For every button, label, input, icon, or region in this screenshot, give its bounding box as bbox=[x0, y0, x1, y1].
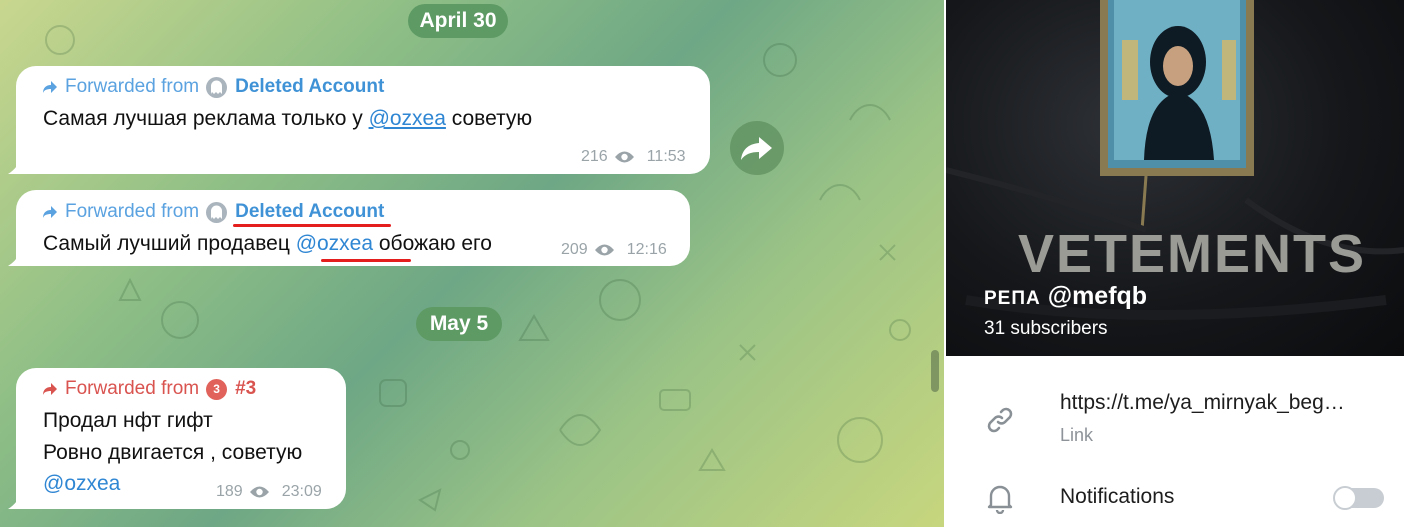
bell-icon bbox=[987, 485, 1013, 514]
message-meta: 216 11:53 bbox=[581, 148, 686, 166]
toggle-knob bbox=[1333, 486, 1357, 510]
view-count: 216 bbox=[581, 148, 608, 165]
subscriber-count: 31 subscribers bbox=[984, 318, 1108, 339]
message-text: Самая лучшая реклама только у @ozxea сов… bbox=[43, 107, 532, 131]
view-count: 189 bbox=[216, 483, 243, 500]
highlight-underline bbox=[233, 224, 391, 227]
forwarded-label: Forwarded from bbox=[65, 378, 200, 399]
ghost-avatar-icon bbox=[206, 76, 228, 98]
eye-icon bbox=[614, 151, 634, 163]
bubble-tail bbox=[8, 491, 22, 509]
cover-caption: VETEMENTS bbox=[1018, 224, 1366, 284]
message-bubble[interactable]: Forwarded from Deleted Account Самый луч… bbox=[8, 190, 690, 266]
scrollbar[interactable] bbox=[931, 350, 939, 392]
message-text-part: Самый лучший продавец bbox=[43, 232, 296, 255]
message-bubble[interactable]: Forwarded from 3 #3 Продал нфт гифт Ровн… bbox=[8, 368, 346, 509]
message-text-part: Самая лучшая реклама только у bbox=[43, 107, 369, 130]
channel-link[interactable]: https://t.me/ya_mirnyak_beg… bbox=[1060, 391, 1345, 415]
chat-area: April 30 Forwarded from Deleted Account … bbox=[0, 0, 944, 527]
eye-icon bbox=[249, 486, 269, 498]
forward-arrow-icon bbox=[43, 383, 57, 395]
message-bubble[interactable]: Forwarded from Deleted Account Самая луч… bbox=[8, 66, 710, 174]
ghost-avatar-icon bbox=[206, 201, 228, 223]
link-icon bbox=[987, 407, 1013, 433]
channel-handle: @mefqb bbox=[1047, 282, 1148, 310]
forwarded-author[interactable]: Deleted Account bbox=[235, 76, 384, 98]
mention-link[interactable]: @ozxea bbox=[296, 232, 373, 255]
message-text: Самый лучший продавец @ozxea обожаю его bbox=[43, 232, 492, 256]
forward-arrow-icon bbox=[43, 206, 57, 218]
message-line: Ровно двигается , советую bbox=[43, 441, 303, 464]
share-icon bbox=[741, 137, 772, 160]
bubble-tail bbox=[8, 156, 22, 174]
message-text-part: обожаю его bbox=[373, 232, 492, 255]
notifications-toggle[interactable] bbox=[1333, 486, 1384, 510]
view-count: 209 bbox=[561, 241, 588, 258]
message-time: 23:09 bbox=[281, 483, 322, 500]
channel-title: РЕПА @mefqb bbox=[984, 282, 1147, 311]
mention-link[interactable]: @ozxea bbox=[43, 472, 120, 495]
channel-name-prefix: РЕПА bbox=[984, 288, 1041, 309]
highlight-underline bbox=[321, 259, 411, 262]
date-separator: April 30 bbox=[408, 4, 508, 38]
forwarded-label: Forwarded from bbox=[65, 76, 200, 97]
message-time: 12:16 bbox=[626, 241, 667, 258]
message-meta: 209 12:16 bbox=[561, 241, 667, 259]
message-text-part: советую bbox=[445, 107, 533, 130]
message-time: 11:53 bbox=[646, 148, 686, 165]
forwarded-label: Forwarded from bbox=[65, 201, 200, 222]
mention-link[interactable]: @ozxea bbox=[369, 107, 446, 130]
author-avatar: 3 bbox=[206, 378, 228, 400]
date-separator: May 5 bbox=[416, 307, 502, 341]
message-line: Продал нфт гифт bbox=[43, 409, 213, 432]
share-button[interactable] bbox=[730, 121, 784, 175]
message-meta: 189 23:09 bbox=[216, 483, 322, 501]
channel-cover-photo[interactable]: VETEMENTS РЕПА @mefqb 31 subscribers bbox=[946, 0, 1404, 356]
link-label: Link bbox=[1060, 425, 1094, 445]
forwarded-header[interactable]: Forwarded from 3 #3 bbox=[42, 378, 256, 400]
forwarded-header[interactable]: Forwarded from Deleted Account bbox=[42, 76, 384, 98]
forwarded-author[interactable]: Deleted Account bbox=[235, 201, 384, 223]
bubble-tail bbox=[8, 248, 22, 266]
forwarded-author[interactable]: #3 bbox=[235, 378, 256, 400]
forwarded-header[interactable]: Forwarded from Deleted Account bbox=[42, 201, 384, 223]
notifications-label: Notifications bbox=[1060, 485, 1175, 508]
forward-arrow-icon bbox=[43, 81, 57, 93]
message-line: @ozxea bbox=[43, 472, 120, 496]
channel-info-panel: VETEMENTS РЕПА @mefqb 31 subscribers bbox=[944, 0, 1404, 527]
eye-icon bbox=[594, 244, 614, 256]
